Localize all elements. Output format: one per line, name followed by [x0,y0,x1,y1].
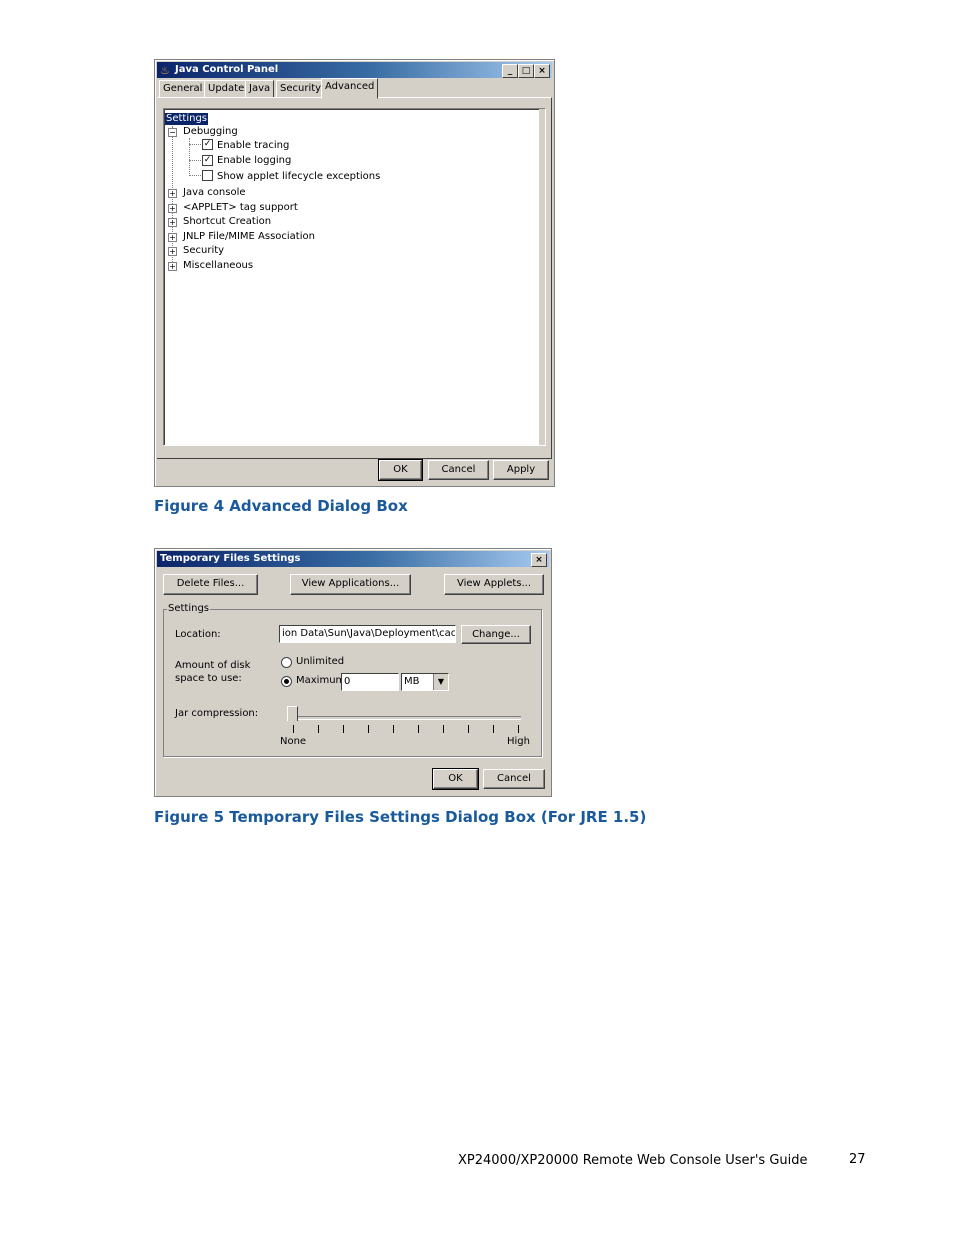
settings-group-label: Settings [167,603,211,614]
maximize-icon[interactable]: □ [518,64,534,78]
location-label: Location: [175,629,221,640]
expand-icon[interactable]: + [168,189,177,198]
tree-jnlp[interactable]: JNLP File/MIME Association [183,231,315,243]
tree-shortcut[interactable]: Shortcut Creation [183,216,271,228]
tree-security[interactable]: Security [183,245,224,257]
delete-files-button[interactable]: Delete Files... [163,574,258,595]
title-bar: ♨ Java Control Panel _ □ × [157,62,552,78]
tree-java-console[interactable]: Java console [183,187,246,199]
chevron-down-icon[interactable]: ▼ [433,674,448,690]
enable-logging-label: Enable logging [217,155,292,166]
unlimited-label: Unlimited [296,656,345,667]
minimize-icon[interactable]: _ [502,64,518,78]
location-input[interactable]: ion Data\Sun\Java\Deployment\cache [279,625,456,643]
figure-4-caption: Figure 4 Advanced Dialog Box [154,497,408,515]
close-icon[interactable]: × [534,64,550,78]
view-applets-button[interactable]: View Applets... [444,574,544,595]
page-number: 27 [849,1152,866,1167]
amount-label-line1: Amount of disk [175,660,251,671]
tab-security[interactable]: Security [276,80,326,98]
footer-guide-title: XP24000/XP20000 Remote Web Console User'… [458,1153,808,1168]
slider-max-label: High [507,736,530,747]
window-title: Java Control Panel [175,64,279,75]
show-applet-checkbox[interactable] [202,170,213,181]
enable-tracing-label: Enable tracing [217,140,290,151]
view-applications-button[interactable]: View Applications... [290,574,411,595]
expand-icon[interactable]: + [168,233,177,242]
tree-root[interactable]: Settings [165,113,209,125]
close-icon[interactable]: × [531,553,547,567]
expand-icon[interactable]: + [168,218,177,227]
unlimited-radio[interactable] [281,657,292,668]
maximum-label: Maximum [296,675,346,686]
title-bar: Temporary Files Settings × [157,551,549,567]
tree-applet-tag[interactable]: <APPLET> tag support [183,202,298,214]
collapse-icon[interactable]: − [168,128,177,137]
scrollbar[interactable] [539,109,545,445]
slider-track [290,716,521,720]
enable-tracing-checkbox[interactable]: ✓ [202,139,213,150]
amount-label-line2: space to use: [175,673,242,684]
tab-general[interactable]: General [159,80,207,98]
change-button[interactable]: Change... [461,625,531,644]
cancel-button[interactable]: Cancel [428,460,489,480]
tree-debugging[interactable]: Debugging [183,126,238,138]
expand-icon[interactable]: + [168,262,177,271]
expand-icon[interactable]: + [168,204,177,213]
temporary-files-window: Temporary Files Settings × Delete Files.… [154,548,552,797]
cancel-button[interactable]: Cancel [483,769,545,789]
tab-advanced[interactable]: Advanced [321,78,379,99]
apply-button[interactable]: Apply [493,460,549,480]
tab-java[interactable]: Java [245,80,275,98]
jar-compression-label: Jar compression: [175,708,259,719]
unit-select[interactable]: MB ▼ [401,673,449,691]
settings-tree[interactable]: Settings − Debugging ✓ Enable tracing ✓ … [163,108,546,446]
maximum-input[interactable]: 0 [341,673,399,691]
java-icon: ♨ [160,64,170,77]
tree-misc[interactable]: Miscellaneous [183,260,253,272]
slider-thumb[interactable] [287,706,298,721]
figure-5-caption: Figure 5 Temporary Files Settings Dialog… [154,808,647,826]
ok-button[interactable]: OK [432,768,479,790]
unit-value: MB [404,676,420,687]
jar-compression-slider[interactable] [285,704,521,744]
tab-update[interactable]: Update [204,80,249,98]
maximum-radio[interactable] [281,676,292,687]
expand-icon[interactable]: + [168,247,177,256]
window-title: Temporary Files Settings [160,553,301,564]
show-applet-label: Show applet lifecycle exceptions [217,171,381,182]
java-control-panel-window: ♨ Java Control Panel _ □ × General Updat… [154,59,555,487]
enable-logging-checkbox[interactable]: ✓ [202,155,213,166]
slider-min-label: None [280,736,307,747]
ok-button[interactable]: OK [378,459,423,481]
